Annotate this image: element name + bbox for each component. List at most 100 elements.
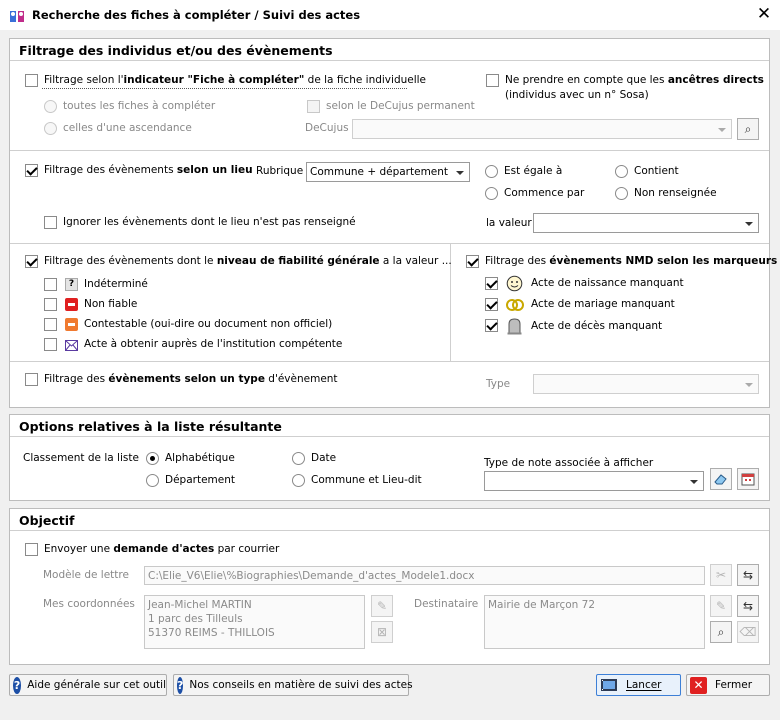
help-general-button[interactable]: ? Aide générale sur cet outil	[9, 674, 167, 696]
edit-icon: ✎	[376, 599, 388, 613]
clear-icon: ⊠	[376, 625, 388, 639]
smiley-icon	[506, 275, 523, 292]
dest-eraser-button[interactable]: ⌫	[737, 621, 759, 643]
orange-minus-icon	[65, 318, 78, 331]
all-fiches-label: toutes les fiches à compléter	[63, 100, 216, 112]
film-icon	[601, 679, 617, 691]
date-label: Date	[311, 452, 337, 464]
decujus-permanent-checkbox[interactable]	[307, 100, 320, 113]
close-icon: ✕	[690, 676, 707, 694]
departement-radio[interactable]	[146, 474, 159, 487]
modele-tools-button[interactable]: ✂	[710, 564, 732, 586]
close-button[interactable]: ✕ Fermer	[686, 674, 770, 696]
question-icon: ?	[65, 278, 78, 291]
ignore-lieu-checkbox[interactable]	[44, 216, 57, 229]
indetermine-label: Indéterminé	[84, 278, 148, 290]
edit-icon: ✎	[715, 599, 727, 613]
contestable-label: Contestable (oui-dire ou document non of…	[84, 318, 333, 330]
fiche-filter-label[interactable]: Filtrage selon l'indicateur "Fiche à com…	[44, 74, 426, 87]
app-icon	[10, 11, 24, 22]
valeur-label: la valeur	[486, 217, 532, 229]
ignore-lieu-label[interactable]: Ignorer les évènements dont le lieu n'es…	[63, 216, 356, 229]
deces-label: Acte de décès manquant	[531, 320, 663, 332]
envelope-icon	[65, 340, 78, 351]
contient-radio[interactable]	[615, 165, 628, 178]
indetermine-checkbox[interactable]	[44, 278, 57, 291]
alphabetique-radio[interactable]	[146, 452, 159, 465]
lieu-filter-checkbox[interactable]	[25, 164, 38, 177]
direct-ancestors-label[interactable]: Ne prendre en compte que les ancêtres di…	[505, 74, 764, 87]
decujus-permanent-label: selon le DeCujus permanent	[326, 100, 475, 112]
modele-field[interactable]: C:\Elie_V6\Elie\%Biographies\Demande_d'a…	[144, 566, 705, 585]
modele-label: Modèle de lettre	[43, 569, 129, 581]
coord-field[interactable]: Jean-Michel MARTIN 1 parc des Tilleuls 5…	[144, 595, 365, 649]
window-title: Recherche des fiches à compléter / Suivi…	[32, 8, 361, 22]
non-fiable-label: Non fiable	[84, 298, 138, 310]
search-icon: ⌕	[717, 624, 725, 639]
eraser-button[interactable]	[710, 468, 732, 490]
sync-icon: ⇆	[742, 568, 754, 582]
dest-search-button[interactable]: ⌕	[710, 621, 732, 643]
title-bar: Recherche des fiches à compléter / Suivi…	[0, 0, 780, 30]
help-advice-button[interactable]: ? Nos conseils en matière de suivi des ac…	[173, 674, 413, 696]
dest-edit-button[interactable]: ✎	[710, 595, 732, 617]
eraser-icon: ⌫	[739, 625, 757, 639]
fiche-filter-checkbox[interactable]	[25, 74, 38, 87]
sort-label: Classement de la liste	[23, 452, 139, 464]
eraser-icon	[714, 474, 727, 485]
acte-obtenir-checkbox[interactable]	[44, 338, 57, 351]
coord-label: Mes coordonnées	[43, 598, 135, 610]
lieu-filter-label[interactable]: Filtrage des évènements selon un lieu	[44, 164, 253, 177]
contient-label: Contient	[634, 165, 679, 177]
commence-par-label: Commence par	[504, 187, 585, 199]
coord-edit-button[interactable]: ✎	[371, 595, 393, 617]
send-request-checkbox[interactable]	[25, 543, 38, 556]
ascendance-radio[interactable]	[44, 122, 57, 135]
nmd-checkbox[interactable]	[466, 255, 479, 268]
note-type-label: Type de note associée à afficher	[484, 457, 654, 469]
search-icon: ⌕	[744, 121, 752, 136]
acte-obtenir-label: Acte à obtenir auprès de l'institution c…	[84, 338, 343, 350]
filter-section-title: Filtrage des individus et/ou des évèneme…	[19, 43, 333, 58]
non-renseignee-radio[interactable]	[615, 187, 628, 200]
type-filter-label[interactable]: Filtrage des évènements selon un type d'…	[44, 373, 338, 386]
date-radio[interactable]	[292, 452, 305, 465]
non-fiable-checkbox[interactable]	[44, 298, 57, 311]
dest-field[interactable]: Mairie de Marçon 72	[484, 595, 705, 649]
rings-icon	[506, 299, 524, 311]
direct-ancestors-checkbox[interactable]	[486, 74, 499, 87]
commune-lieudit-radio[interactable]	[292, 474, 305, 487]
nmd-label[interactable]: Filtrage des évènements NMD selon les ma…	[485, 255, 777, 268]
search-button[interactable]: ⌕	[737, 118, 759, 140]
tombstone-icon	[507, 318, 522, 335]
close-icon[interactable]: ✕	[752, 3, 776, 27]
coord-clear-button[interactable]: ⊠	[371, 621, 393, 643]
send-request-label[interactable]: Envoyer une demande d'actes par courrier	[44, 543, 279, 556]
est-egale-radio[interactable]	[485, 165, 498, 178]
dest-sync-button[interactable]: ⇆	[737, 595, 759, 617]
focus-underline	[42, 88, 407, 89]
help-icon: ?	[13, 676, 22, 694]
direct-ancestors-hint: (individus avec un n° Sosa)	[505, 89, 649, 101]
valeur-select[interactable]	[533, 213, 759, 233]
all-fiches-radio[interactable]	[44, 100, 57, 113]
commune-lieudit-label: Commune et Lieu-dit	[311, 474, 422, 486]
decujus-select[interactable]	[352, 119, 732, 139]
note-settings-button[interactable]	[737, 468, 759, 490]
fiabilite-checkbox[interactable]	[25, 255, 38, 268]
fiabilite-label[interactable]: Filtrage des évènements dont le niveau d…	[44, 255, 452, 268]
modele-sync-button[interactable]: ⇆	[737, 564, 759, 586]
note-type-select[interactable]	[484, 471, 704, 491]
commence-par-radio[interactable]	[485, 187, 498, 200]
type-select[interactable]	[533, 374, 759, 394]
naissance-checkbox[interactable]	[485, 277, 498, 290]
mariage-checkbox[interactable]	[485, 298, 498, 311]
filter-panel: Filtrage des individus et/ou des évèneme…	[9, 38, 777, 408]
launch-button[interactable]: Lancer	[596, 674, 681, 696]
type-filter-checkbox[interactable]	[25, 373, 38, 386]
rubrique-label: Rubrique	[256, 165, 304, 177]
rubrique-select[interactable]: Commune + département	[306, 162, 470, 182]
contestable-checkbox[interactable]	[44, 318, 57, 331]
deces-checkbox[interactable]	[485, 319, 498, 332]
est-egale-label: Est égale à	[504, 165, 563, 177]
